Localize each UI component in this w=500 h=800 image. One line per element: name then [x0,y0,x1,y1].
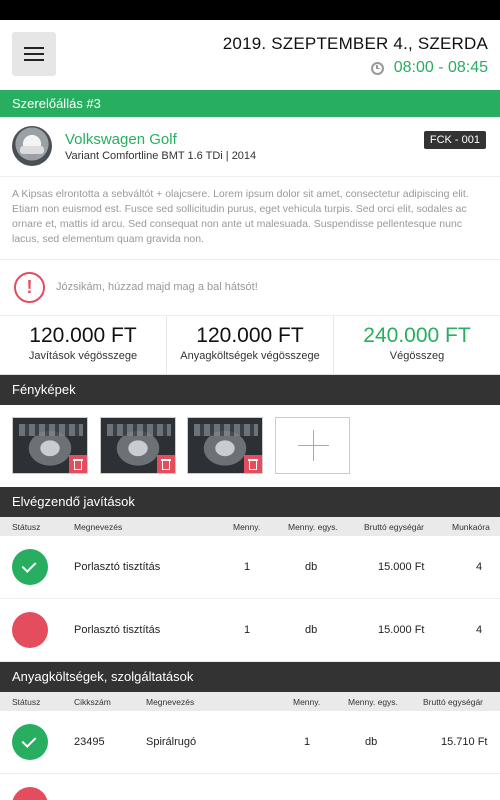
total-value: 120.000 FT [29,324,137,347]
license-plate-badge: FCK - 001 [423,131,486,149]
column-header: Menny. [293,697,321,707]
header-time-slot: 08:00 - 08:45 [370,59,488,77]
column-header: Státusz [12,697,41,707]
grand-total: 240.000 FT Végösszeg [334,316,500,374]
status-done-check-icon[interactable] [12,549,48,585]
material-unit: db [365,736,378,748]
repair-price: 15.000 Ft [378,561,425,573]
time-range: 08:00 - 08:45 [393,59,488,76]
repair-name: Porlasztó tisztítás [74,561,161,573]
trash-icon[interactable] [157,455,175,473]
repairs-table-header: Státusz Megnevezés Menny. Menny. egys. B… [0,517,500,536]
repair-unit: db [305,624,318,636]
column-header: Bruttó egységár [423,697,484,707]
job-description: A Kipsas elrontotta a sebváltót + olajcs… [0,177,500,260]
column-header: Menny. egys. [348,697,398,707]
photos-section-header: Fényképek [0,375,500,405]
car-variant: Variant Comfortline BMT 1.6 TDi | 2014 [65,150,257,162]
column-header: Menny. egys. [288,522,338,532]
menu-line [24,59,44,61]
menu-line [24,47,44,49]
table-row[interactable]: Porlasztó tisztítás 1 db 15.000 Ft 4 [0,536,500,599]
table-row[interactable] [0,774,500,800]
repairs-section-header: Elvégzendő javítások [0,487,500,517]
column-header: Státusz [12,522,41,532]
car-avatar [12,126,52,166]
photo-gallery [0,405,500,487]
material-sku: 23495 [74,736,105,748]
repair-hours: 4 [476,561,483,573]
materials-table-header: Státusz Cikkszám Megnevezés Menny. Menny… [0,692,500,711]
status-done-check-icon[interactable] [12,724,48,760]
menu-line [24,53,44,55]
car-name[interactable]: Volkswagen Golf [65,131,177,148]
repair-qty: 1 [244,561,251,573]
exclamation-icon: ! [14,272,45,303]
repair-price: 15.000 Ft [378,624,425,636]
clock-icon [370,61,384,75]
material-name: Spirálrugó [146,736,197,748]
total-value: 120.000 FT [196,324,304,347]
material-price: 15.710 Ft [441,736,488,748]
repair-unit: db [305,561,318,573]
column-header: Bruttó egységár [364,522,425,532]
column-header: Menny. [233,522,261,532]
column-header: Megnevezés [74,522,123,532]
engine-photo-thumbnail[interactable] [12,417,88,474]
alert-text: Józsikám, húzzad majd mag a bal hátsót! [56,281,258,293]
column-header: Megnevezés [146,697,195,707]
total-label: Javítások végösszege [28,350,138,362]
totals-row: 120.000 FT Javítások végösszege 120.000 … [0,316,500,375]
total-repairs: 120.000 FT Javítások végösszege [0,316,167,374]
trash-icon[interactable] [244,455,262,473]
top-bar: 2019. SZEPTEMBER 4., SZERDA 08:00 - 08:4… [0,20,500,90]
total-materials: 120.000 FT Anyagköltségek végösszege [167,316,334,374]
total-label: Végösszeg [389,350,445,362]
material-qty: 1 [304,736,311,748]
alert-note: ! Józsikám, húzzad majd mag a bal hátsót… [0,260,500,316]
engine-photo-thumbnail[interactable] [100,417,176,474]
total-value: 240.000 FT [363,324,471,347]
table-row[interactable]: Porlasztó tisztítás 1 db 15.000 Ft 4 [0,599,500,662]
status-pending-icon[interactable] [12,787,48,800]
add-photo-button[interactable] [275,417,350,474]
system-status-bar [0,0,500,20]
column-header: Cikkszám [74,697,111,707]
repair-name: Porlasztó tisztítás [74,624,161,636]
column-header: Munkaóra [452,522,490,532]
car-info: Volkswagen Golf Variant Comfortline BMT … [0,117,500,177]
materials-section-header: Anyagköltségek, szolgáltatások [0,662,500,692]
header-date: 2019. SZEPTEMBER 4., SZERDA [222,34,488,53]
station-title-bar: Szerelőállás #3 [0,90,500,117]
engine-photo-thumbnail[interactable] [187,417,263,474]
table-row[interactable]: 23495 Spirálrugó 1 db 15.710 Ft [0,711,500,774]
total-label: Anyagköltségek végösszege [180,350,320,362]
repair-hours: 4 [476,624,483,636]
hamburger-menu-button[interactable] [12,32,56,76]
repair-qty: 1 [244,624,251,636]
trash-icon[interactable] [69,455,87,473]
status-pending-icon[interactable] [12,612,48,648]
